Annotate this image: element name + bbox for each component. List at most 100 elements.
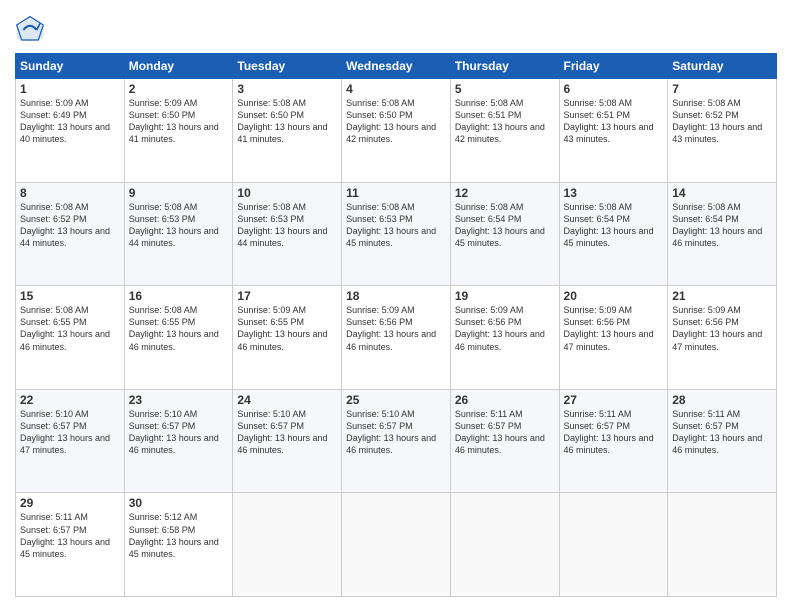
- day-number: 8: [20, 186, 120, 200]
- day-number: 13: [564, 186, 664, 200]
- day-number: 28: [672, 393, 772, 407]
- weekday-header: Friday: [559, 54, 668, 79]
- day-info: Sunrise: 5:10 AM Sunset: 6:57 PM Dayligh…: [346, 408, 446, 457]
- day-info: Sunrise: 5:10 AM Sunset: 6:57 PM Dayligh…: [129, 408, 229, 457]
- day-number: 7: [672, 82, 772, 96]
- calendar-day-cell: 25 Sunrise: 5:10 AM Sunset: 6:57 PM Dayl…: [342, 389, 451, 493]
- day-info: Sunrise: 5:09 AM Sunset: 6:56 PM Dayligh…: [455, 304, 555, 353]
- day-number: 12: [455, 186, 555, 200]
- calendar-day-cell: 1 Sunrise: 5:09 AM Sunset: 6:49 PM Dayli…: [16, 79, 125, 183]
- calendar-week-row: 22 Sunrise: 5:10 AM Sunset: 6:57 PM Dayl…: [16, 389, 777, 493]
- day-info: Sunrise: 5:08 AM Sunset: 6:55 PM Dayligh…: [129, 304, 229, 353]
- day-number: 10: [237, 186, 337, 200]
- calendar-day-cell: 12 Sunrise: 5:08 AM Sunset: 6:54 PM Dayl…: [450, 182, 559, 286]
- calendar-week-row: 1 Sunrise: 5:09 AM Sunset: 6:49 PM Dayli…: [16, 79, 777, 183]
- day-number: 14: [672, 186, 772, 200]
- calendar-week-row: 8 Sunrise: 5:08 AM Sunset: 6:52 PM Dayli…: [16, 182, 777, 286]
- calendar-day-cell: 28 Sunrise: 5:11 AM Sunset: 6:57 PM Dayl…: [668, 389, 777, 493]
- calendar-day-cell: 16 Sunrise: 5:08 AM Sunset: 6:55 PM Dayl…: [124, 286, 233, 390]
- calendar-table: SundayMondayTuesdayWednesdayThursdayFrid…: [15, 53, 777, 597]
- day-info: Sunrise: 5:08 AM Sunset: 6:54 PM Dayligh…: [455, 201, 555, 250]
- calendar-day-cell: 4 Sunrise: 5:08 AM Sunset: 6:50 PM Dayli…: [342, 79, 451, 183]
- day-info: Sunrise: 5:08 AM Sunset: 6:51 PM Dayligh…: [564, 97, 664, 146]
- day-number: 19: [455, 289, 555, 303]
- day-info: Sunrise: 5:09 AM Sunset: 6:56 PM Dayligh…: [564, 304, 664, 353]
- calendar-day-cell: 9 Sunrise: 5:08 AM Sunset: 6:53 PM Dayli…: [124, 182, 233, 286]
- weekday-header: Thursday: [450, 54, 559, 79]
- calendar-day-cell: 3 Sunrise: 5:08 AM Sunset: 6:50 PM Dayli…: [233, 79, 342, 183]
- day-number: 29: [20, 496, 120, 510]
- calendar-day-cell: 29 Sunrise: 5:11 AM Sunset: 6:57 PM Dayl…: [16, 493, 125, 597]
- day-number: 24: [237, 393, 337, 407]
- day-number: 4: [346, 82, 446, 96]
- calendar-day-cell: 6 Sunrise: 5:08 AM Sunset: 6:51 PM Dayli…: [559, 79, 668, 183]
- day-number: 2: [129, 82, 229, 96]
- calendar-day-cell: 20 Sunrise: 5:09 AM Sunset: 6:56 PM Dayl…: [559, 286, 668, 390]
- day-number: 27: [564, 393, 664, 407]
- logo: [15, 15, 49, 45]
- day-info: Sunrise: 5:09 AM Sunset: 6:56 PM Dayligh…: [672, 304, 772, 353]
- day-info: Sunrise: 5:09 AM Sunset: 6:50 PM Dayligh…: [129, 97, 229, 146]
- day-info: Sunrise: 5:10 AM Sunset: 6:57 PM Dayligh…: [20, 408, 120, 457]
- day-number: 1: [20, 82, 120, 96]
- calendar-day-cell: 22 Sunrise: 5:10 AM Sunset: 6:57 PM Dayl…: [16, 389, 125, 493]
- calendar-day-cell: 18 Sunrise: 5:09 AM Sunset: 6:56 PM Dayl…: [342, 286, 451, 390]
- calendar-day-cell: 10 Sunrise: 5:08 AM Sunset: 6:53 PM Dayl…: [233, 182, 342, 286]
- day-info: Sunrise: 5:09 AM Sunset: 6:49 PM Dayligh…: [20, 97, 120, 146]
- header: [15, 15, 777, 45]
- calendar-day-cell: [233, 493, 342, 597]
- day-number: 15: [20, 289, 120, 303]
- day-number: 6: [564, 82, 664, 96]
- day-number: 17: [237, 289, 337, 303]
- weekday-header: Wednesday: [342, 54, 451, 79]
- day-number: 9: [129, 186, 229, 200]
- calendar-day-cell: 11 Sunrise: 5:08 AM Sunset: 6:53 PM Dayl…: [342, 182, 451, 286]
- day-info: Sunrise: 5:08 AM Sunset: 6:50 PM Dayligh…: [237, 97, 337, 146]
- day-info: Sunrise: 5:11 AM Sunset: 6:57 PM Dayligh…: [672, 408, 772, 457]
- day-number: 18: [346, 289, 446, 303]
- day-number: 20: [564, 289, 664, 303]
- day-number: 3: [237, 82, 337, 96]
- day-number: 23: [129, 393, 229, 407]
- calendar-day-cell: [450, 493, 559, 597]
- weekday-header: Tuesday: [233, 54, 342, 79]
- day-info: Sunrise: 5:08 AM Sunset: 6:53 PM Dayligh…: [237, 201, 337, 250]
- logo-icon: [15, 15, 45, 45]
- calendar-day-cell: 14 Sunrise: 5:08 AM Sunset: 6:54 PM Dayl…: [668, 182, 777, 286]
- day-number: 11: [346, 186, 446, 200]
- day-number: 22: [20, 393, 120, 407]
- day-info: Sunrise: 5:10 AM Sunset: 6:57 PM Dayligh…: [237, 408, 337, 457]
- weekday-header: Monday: [124, 54, 233, 79]
- calendar-day-cell: 21 Sunrise: 5:09 AM Sunset: 6:56 PM Dayl…: [668, 286, 777, 390]
- day-info: Sunrise: 5:09 AM Sunset: 6:56 PM Dayligh…: [346, 304, 446, 353]
- weekday-header: Saturday: [668, 54, 777, 79]
- calendar-day-cell: 2 Sunrise: 5:09 AM Sunset: 6:50 PM Dayli…: [124, 79, 233, 183]
- calendar-day-cell: 24 Sunrise: 5:10 AM Sunset: 6:57 PM Dayl…: [233, 389, 342, 493]
- calendar-day-cell: 30 Sunrise: 5:12 AM Sunset: 6:58 PM Dayl…: [124, 493, 233, 597]
- day-info: Sunrise: 5:08 AM Sunset: 6:55 PM Dayligh…: [20, 304, 120, 353]
- calendar-day-cell: 23 Sunrise: 5:10 AM Sunset: 6:57 PM Dayl…: [124, 389, 233, 493]
- calendar-day-cell: 8 Sunrise: 5:08 AM Sunset: 6:52 PM Dayli…: [16, 182, 125, 286]
- calendar-day-cell: 26 Sunrise: 5:11 AM Sunset: 6:57 PM Dayl…: [450, 389, 559, 493]
- day-number: 16: [129, 289, 229, 303]
- day-number: 25: [346, 393, 446, 407]
- calendar-day-cell: [668, 493, 777, 597]
- day-info: Sunrise: 5:08 AM Sunset: 6:52 PM Dayligh…: [20, 201, 120, 250]
- day-number: 5: [455, 82, 555, 96]
- weekday-header: Sunday: [16, 54, 125, 79]
- calendar-week-row: 29 Sunrise: 5:11 AM Sunset: 6:57 PM Dayl…: [16, 493, 777, 597]
- day-number: 21: [672, 289, 772, 303]
- day-info: Sunrise: 5:08 AM Sunset: 6:54 PM Dayligh…: [564, 201, 664, 250]
- calendar-week-row: 15 Sunrise: 5:08 AM Sunset: 6:55 PM Dayl…: [16, 286, 777, 390]
- calendar-day-cell: 19 Sunrise: 5:09 AM Sunset: 6:56 PM Dayl…: [450, 286, 559, 390]
- day-info: Sunrise: 5:12 AM Sunset: 6:58 PM Dayligh…: [129, 511, 229, 560]
- day-info: Sunrise: 5:08 AM Sunset: 6:52 PM Dayligh…: [672, 97, 772, 146]
- day-info: Sunrise: 5:11 AM Sunset: 6:57 PM Dayligh…: [455, 408, 555, 457]
- day-info: Sunrise: 5:08 AM Sunset: 6:54 PM Dayligh…: [672, 201, 772, 250]
- day-info: Sunrise: 5:08 AM Sunset: 6:51 PM Dayligh…: [455, 97, 555, 146]
- day-info: Sunrise: 5:11 AM Sunset: 6:57 PM Dayligh…: [20, 511, 120, 560]
- day-info: Sunrise: 5:08 AM Sunset: 6:53 PM Dayligh…: [129, 201, 229, 250]
- day-info: Sunrise: 5:11 AM Sunset: 6:57 PM Dayligh…: [564, 408, 664, 457]
- day-info: Sunrise: 5:08 AM Sunset: 6:53 PM Dayligh…: [346, 201, 446, 250]
- day-info: Sunrise: 5:08 AM Sunset: 6:50 PM Dayligh…: [346, 97, 446, 146]
